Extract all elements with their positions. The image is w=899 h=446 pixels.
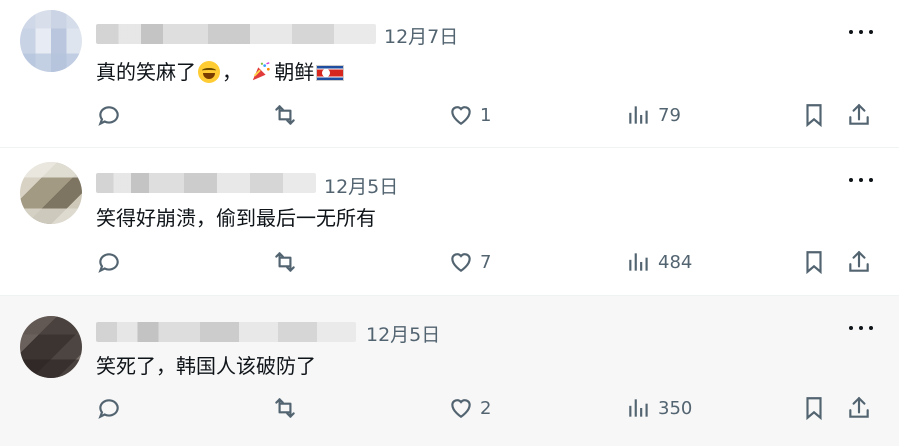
action-bar: 7 484 bbox=[96, 248, 879, 276]
reply-text-part: 朝鲜 bbox=[274, 60, 315, 84]
reply-feed: 12月7日 真的笑麻了 ， 朝鲜 1 79 12月5日 笑得好崩溃，偷到最后一无所… bbox=[0, 0, 899, 446]
reply-item[interactable]: 12月7日 真的笑麻了 ， 朝鲜 1 79 bbox=[0, 0, 899, 148]
avatar[interactable] bbox=[20, 162, 82, 224]
reply-text: 笑得好崩溃，偷到最后一无所有 bbox=[96, 206, 376, 230]
action-bar: 2 350 bbox=[96, 394, 879, 422]
more-icon[interactable] bbox=[849, 20, 873, 44]
heart-icon bbox=[451, 106, 471, 125]
timestamp[interactable]: 12月7日 bbox=[384, 22, 458, 49]
timestamp[interactable]: 12月5日 bbox=[324, 172, 398, 199]
views-button[interactable]: 484 bbox=[626, 248, 692, 276]
like-count: 2 bbox=[480, 397, 492, 419]
retweet-button[interactable] bbox=[272, 101, 298, 129]
laughing-crying-emoji bbox=[198, 61, 220, 83]
views-icon bbox=[629, 399, 648, 417]
avatar[interactable] bbox=[20, 10, 82, 72]
reply-button[interactable] bbox=[96, 101, 122, 129]
reply-button[interactable] bbox=[96, 248, 122, 276]
views-icon bbox=[629, 253, 648, 271]
share-button[interactable] bbox=[846, 394, 872, 422]
like-button[interactable]: 1 bbox=[448, 101, 491, 129]
more-icon[interactable] bbox=[849, 316, 873, 340]
share-icon bbox=[849, 396, 869, 418]
like-count: 7 bbox=[480, 251, 492, 273]
view-count: 79 bbox=[658, 104, 681, 126]
bookmark-button[interactable] bbox=[801, 248, 827, 276]
retweet-icon bbox=[275, 398, 295, 418]
bookmark-icon bbox=[806, 397, 822, 421]
retweet-button[interactable] bbox=[272, 394, 298, 422]
timestamp[interactable]: 12月5日 bbox=[366, 320, 440, 347]
party-popper-emoji bbox=[253, 62, 271, 81]
views-icon bbox=[629, 106, 648, 124]
reply-text: 笑死了，韩国人该破防了 bbox=[96, 354, 316, 378]
view-count: 484 bbox=[658, 251, 693, 273]
reply-item[interactable]: 12月5日 笑死了，韩国人该破防了 2 350 bbox=[0, 296, 899, 446]
like-button[interactable]: 7 bbox=[448, 248, 491, 276]
view-count: 350 bbox=[658, 397, 693, 419]
reply-item[interactable]: 12月5日 笑得好崩溃，偷到最后一无所有 7 484 bbox=[0, 148, 899, 296]
reply-icon bbox=[98, 399, 119, 419]
share-button[interactable] bbox=[846, 101, 872, 129]
bookmark-icon bbox=[806, 251, 822, 275]
retweet-button[interactable] bbox=[272, 248, 298, 276]
like-button[interactable]: 2 bbox=[448, 394, 491, 422]
reply-text: 真的笑麻了 ， 朝鲜 bbox=[96, 56, 345, 85]
bookmark-icon bbox=[806, 104, 822, 128]
avatar[interactable] bbox=[20, 316, 82, 378]
reply-text-part: ， bbox=[222, 60, 242, 84]
username-blurred[interactable] bbox=[96, 173, 316, 193]
bookmark-button[interactable] bbox=[801, 101, 827, 129]
retweet-icon bbox=[275, 252, 295, 272]
share-button[interactable] bbox=[846, 248, 872, 276]
like-count: 1 bbox=[480, 104, 492, 126]
views-button[interactable]: 350 bbox=[626, 394, 692, 422]
reply-text-part: 真的笑麻了 bbox=[96, 60, 196, 84]
reply-icon bbox=[98, 253, 119, 273]
north-korea-flag-emoji bbox=[316, 65, 345, 81]
action-bar: 1 79 bbox=[96, 101, 879, 129]
reply-icon bbox=[98, 106, 119, 126]
more-icon[interactable] bbox=[849, 168, 873, 192]
share-icon bbox=[849, 250, 869, 272]
username-blurred[interactable] bbox=[96, 24, 376, 44]
bookmark-button[interactable] bbox=[801, 394, 827, 422]
heart-icon bbox=[451, 399, 471, 418]
username-blurred[interactable] bbox=[96, 322, 356, 342]
reply-button[interactable] bbox=[96, 394, 122, 422]
retweet-icon bbox=[275, 105, 295, 125]
share-icon bbox=[849, 103, 869, 125]
views-button[interactable]: 79 bbox=[626, 101, 681, 129]
heart-icon bbox=[451, 253, 471, 272]
